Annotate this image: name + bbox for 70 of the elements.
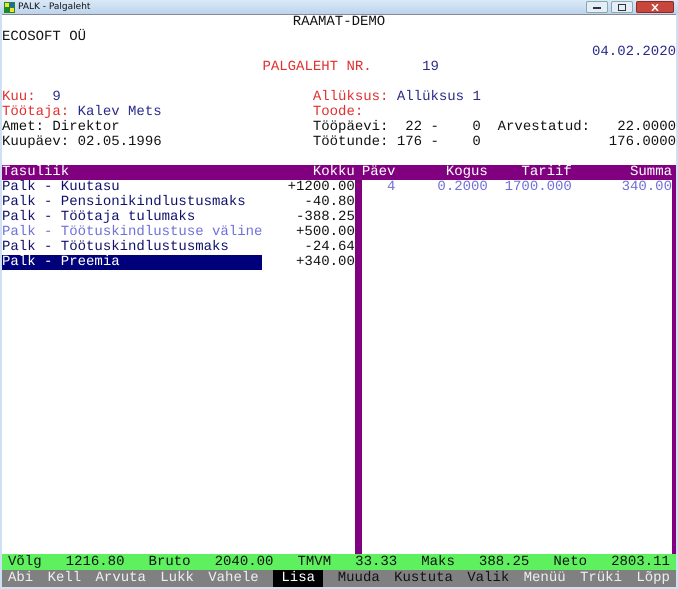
status-label: Maks xyxy=(421,554,455,570)
field-value: 0 xyxy=(471,120,481,135)
status-value: 33.33 xyxy=(355,554,398,570)
column-header: Kokku xyxy=(312,165,355,180)
document-date: 04.02.2020 xyxy=(592,45,676,60)
field-value: Direktor xyxy=(52,120,120,135)
field-value: 176 xyxy=(396,135,422,150)
close-button[interactable] xyxy=(636,1,674,13)
field-value: 22.0000 xyxy=(617,120,676,135)
function-key[interactable]: Valik xyxy=(467,570,510,587)
maximize-button[interactable] xyxy=(611,1,633,13)
field-value: 02.05.1996 xyxy=(78,135,162,150)
document-title: PALGALEHT NR. xyxy=(262,60,373,75)
column-header: Päev xyxy=(362,165,396,180)
table-cell-text: 1700.000 xyxy=(504,180,572,195)
pay-type-cell[interactable]: Palk - Töötaja tulumaks xyxy=(2,210,262,225)
field-value: 22 xyxy=(404,120,422,135)
pay-type-cell[interactable]: Palk - Pensionikindlustusmaks xyxy=(2,195,262,210)
field-label: Arvestatud: xyxy=(498,120,590,135)
status-value: 2803.11 xyxy=(611,554,670,570)
minimize-button[interactable] xyxy=(586,1,608,13)
field-value: 0 xyxy=(471,135,481,150)
field-value: Allüksus 1 xyxy=(396,90,481,105)
function-key[interactable]: Muuda xyxy=(338,570,380,587)
company-name: ECOSOFT OÜ xyxy=(2,30,86,45)
amount-cell: -40.80 xyxy=(304,195,355,210)
field-label: Töötaja: xyxy=(2,105,70,120)
pay-type-cell[interactable]: Palk - Töötuskindlustusmaks xyxy=(2,240,262,255)
status-label: Neto xyxy=(553,554,588,570)
status-label: Bruto xyxy=(148,554,191,570)
amount-cell: +1200.00 xyxy=(288,180,355,195)
field-label: Tööpäevi: xyxy=(312,120,390,135)
function-key[interactable]: Kustuta xyxy=(394,570,453,587)
window-title: PALK - Palgaleht xyxy=(18,2,90,12)
status-value: 1216.80 xyxy=(66,554,124,570)
status-value: 2040.00 xyxy=(214,554,274,570)
amount-cell: -24.64 xyxy=(304,240,355,255)
field-label: Kuu: xyxy=(2,90,36,105)
column-header: Tasuliik xyxy=(2,165,70,180)
pay-type-cell[interactable]: Palk - Preemia xyxy=(2,255,262,270)
field-label: Allüksus: xyxy=(312,90,388,105)
function-key[interactable]: Lisa xyxy=(273,570,324,587)
column-header: Kogus xyxy=(444,165,488,180)
field-label: Amet: xyxy=(2,120,44,135)
table-cell-text: 0.2000 xyxy=(436,180,488,195)
field-label: Töötunde: xyxy=(312,135,390,150)
minimize-icon xyxy=(593,6,601,8)
pay-type-cell[interactable]: Palk - Kuutasu xyxy=(2,180,262,195)
column-header: Tariif xyxy=(520,165,572,180)
app-icon xyxy=(4,2,15,12)
amount-cell: +340.00 xyxy=(296,255,355,270)
field-value: 176.0000 xyxy=(608,135,676,150)
status-label: TMVM xyxy=(298,554,332,570)
document-number: 19 xyxy=(422,60,439,75)
table-cell-text: 4 xyxy=(386,180,396,195)
amount-cell: +500.00 xyxy=(296,225,355,240)
close-icon xyxy=(651,4,659,10)
status-value: 388.25 xyxy=(478,554,530,570)
field-value: 9 xyxy=(52,90,61,105)
field-label: Kuupäev: xyxy=(2,135,70,150)
column-header: Summa xyxy=(628,165,672,180)
app-name: RAAMAT-DEMO xyxy=(292,15,386,30)
maximize-icon xyxy=(618,4,626,10)
field-label: Toode: xyxy=(312,105,364,120)
field-value: - xyxy=(430,135,439,150)
amount-cell: -388.25 xyxy=(296,210,355,225)
field-value: Kalev Mets xyxy=(78,105,162,120)
field-value: - xyxy=(430,120,439,135)
status-label: Võlg xyxy=(8,554,42,570)
table-cell-text: 340.00 xyxy=(620,180,672,195)
